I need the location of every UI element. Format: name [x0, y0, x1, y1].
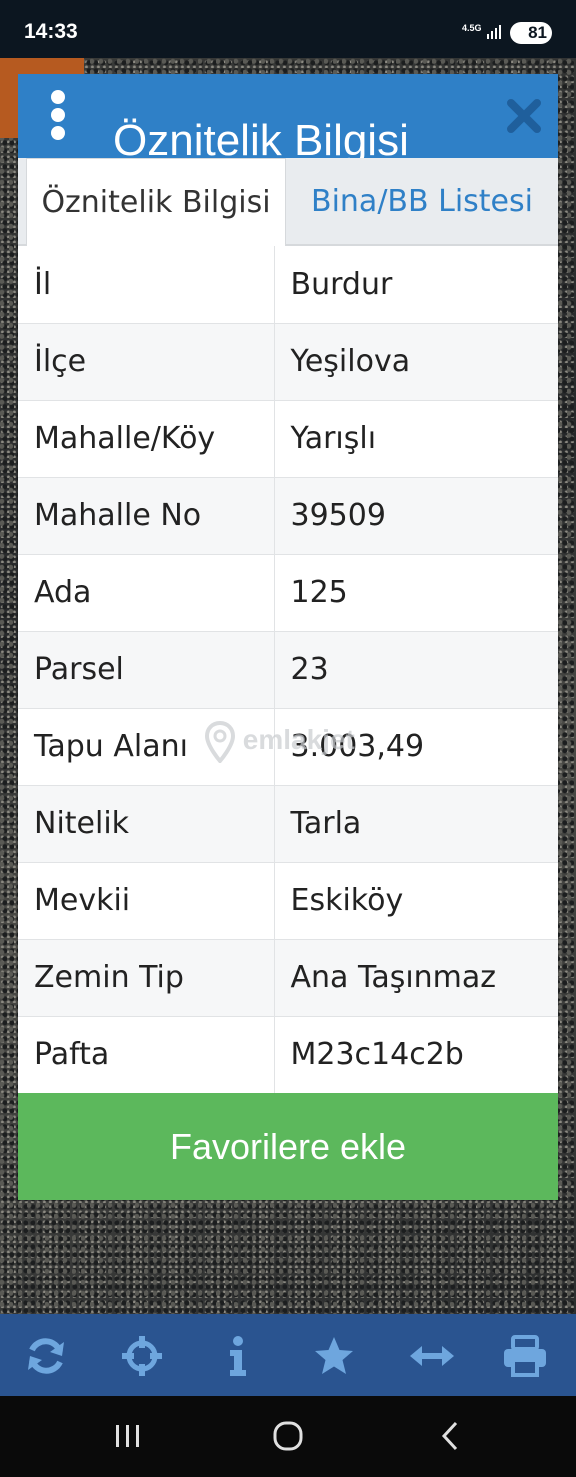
attribute-table: İl Burdur İlçe Yeşilova Mahalle/Köy Yarışlı… [18, 246, 558, 1094]
home-icon[interactable] [270, 1418, 306, 1454]
row-key: Pafta [18, 1016, 275, 1094]
row-value: Ana Taşınmaz [274, 939, 558, 1017]
row-value: Burdur [274, 246, 558, 324]
signal-icon [487, 25, 501, 39]
table-row: İl Burdur [18, 246, 558, 324]
close-icon[interactable] [506, 98, 542, 134]
row-key: Nitelik [18, 785, 275, 863]
status-bar: 14:33 4.5G 81 [0, 0, 576, 58]
info-icon[interactable] [216, 1334, 260, 1378]
more-menu-icon[interactable] [48, 90, 68, 140]
table-row: Mahalle No 39509 [18, 477, 558, 555]
row-key: Mevkii [18, 862, 275, 940]
row-value: Eskiköy [274, 862, 558, 940]
row-key: Parsel [18, 631, 275, 709]
bottom-toolbar [0, 1314, 576, 1396]
row-value: Tarla [274, 785, 558, 863]
row-key: Mahalle No [18, 477, 275, 555]
table-row: Ada 125 [18, 554, 558, 632]
table-row: Mevkii Eskiköy [18, 862, 558, 940]
attribute-dialog: Öznitelik Bilgisi Öznitelik Bilgisi Bina… [18, 74, 558, 1200]
row-value: Yarışlı [274, 400, 558, 478]
row-value: Yeşilova [274, 323, 558, 401]
dialog-header: Öznitelik Bilgisi [18, 74, 558, 158]
row-key: Ada [18, 554, 275, 632]
tab-building-list[interactable]: Bina/BB Listesi [286, 158, 558, 246]
tab-attribute-info[interactable]: Öznitelik Bilgisi [26, 158, 286, 246]
dialog-title: Öznitelik Bilgisi [113, 116, 409, 158]
row-key: Tapu Alanı [18, 708, 275, 786]
table-row: Mahalle/Köy Yarışlı [18, 400, 558, 478]
row-key: Zemin Tip [18, 939, 275, 1017]
row-key: Mahalle/Köy [18, 400, 275, 478]
status-time: 14:33 [24, 20, 78, 43]
table-row: Nitelik Tarla [18, 785, 558, 863]
row-value: 3.003,49 [274, 708, 558, 786]
battery-level: 81 [528, 23, 547, 42]
table-row: İlçe Yeşilova [18, 323, 558, 401]
system-navigation-bar [0, 1396, 576, 1477]
row-key: İlçe [18, 323, 275, 401]
tab-bar: Öznitelik Bilgisi Bina/BB Listesi [18, 158, 558, 246]
print-icon[interactable] [502, 1334, 548, 1378]
table-row: Parsel 23 [18, 631, 558, 709]
measure-icon[interactable] [408, 1334, 456, 1378]
back-icon[interactable] [432, 1418, 468, 1454]
table-row: Tapu Alanı 3.003,49 [18, 708, 558, 786]
row-value: M23c14c2b [274, 1016, 558, 1094]
row-value: 39509 [274, 477, 558, 555]
refresh-icon[interactable] [24, 1334, 68, 1378]
table-row: Zemin Tip Ana Taşınmaz [18, 939, 558, 1017]
table-row: Pafta M23c14c2b [18, 1016, 558, 1094]
row-key: İl [18, 246, 275, 324]
battery-icon: 81 [510, 22, 552, 44]
add-to-favorites-button[interactable]: Favorilere ekle [18, 1093, 558, 1200]
recent-apps-icon[interactable] [110, 1418, 146, 1454]
row-value: 125 [274, 554, 558, 632]
star-icon[interactable] [312, 1334, 356, 1378]
crosshair-icon[interactable] [120, 1334, 164, 1378]
row-value: 23 [274, 631, 558, 709]
network-type: 4.5G [462, 23, 482, 33]
